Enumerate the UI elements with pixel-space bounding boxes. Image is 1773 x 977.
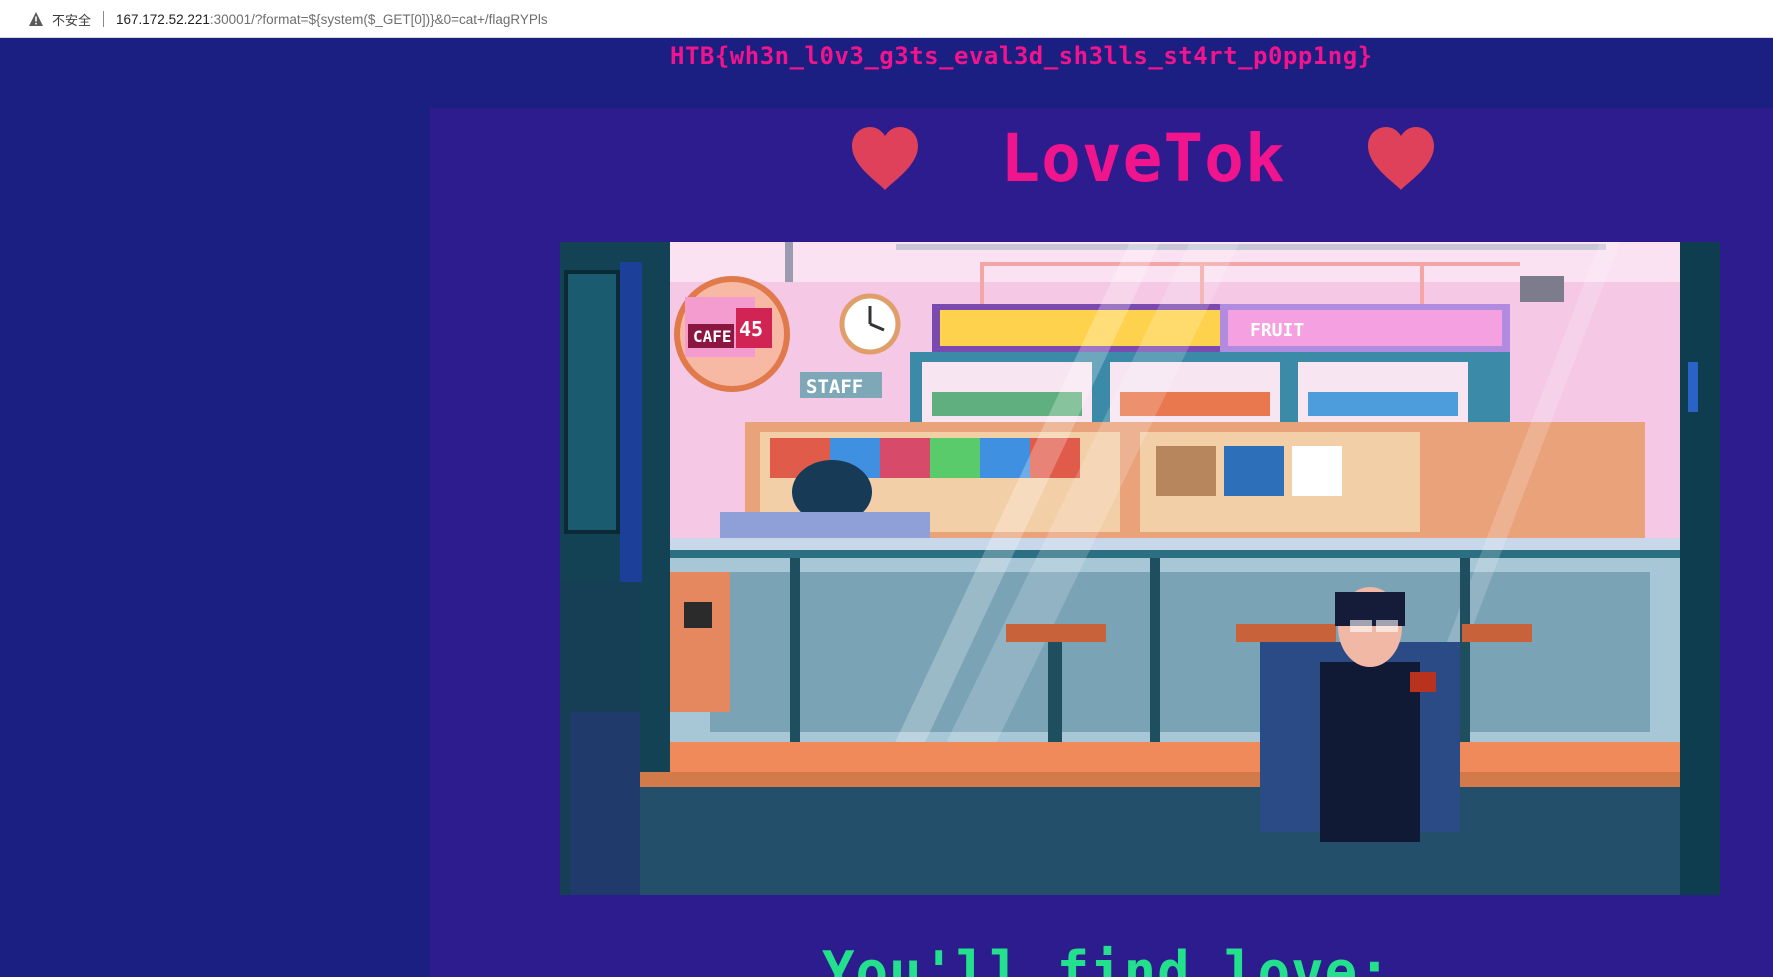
url-divider	[103, 11, 105, 27]
page-left-margin	[0, 108, 430, 977]
staff-sign-text: STAFF	[806, 376, 863, 398]
warning-triangle-icon[interactable]	[28, 11, 44, 27]
url-bar[interactable]: 不安全 167.172.52.221:30001/?format=${syste…	[14, 4, 1773, 34]
heart-icon	[852, 127, 918, 190]
flag-output: HTB{wh3n_l0v3_g3ts_eval3d_sh3lls_st4rt_p…	[670, 42, 1373, 70]
cafe-scene-illustration: CAFE 45 STAFF FRUIT	[560, 242, 1720, 895]
url-text[interactable]: 167.172.52.221:30001/?format=${system($_…	[116, 12, 548, 27]
page-title: LoveTok	[1000, 119, 1286, 197]
security-label[interactable]: 不安全	[52, 10, 91, 29]
heart-icon	[1368, 127, 1434, 190]
tagline-text: You'll find love:	[822, 940, 1392, 977]
browser-address-bar: 不安全 167.172.52.221:30001/?format=${syste…	[0, 0, 1773, 38]
url-path: :30001/?format=${system($_GET[0])}&0=cat…	[209, 11, 548, 27]
cafe-scene-image: CAFE 45 STAFF FRUIT	[560, 242, 1720, 895]
cafe-sign-text: CAFE	[693, 327, 732, 346]
url-host: 167.172.52.221	[116, 11, 210, 27]
page-header: LoveTok	[848, 118, 1438, 198]
fruit-sign-text: FRUIT	[1250, 320, 1304, 341]
cafe-sign-number: 45	[739, 317, 763, 341]
